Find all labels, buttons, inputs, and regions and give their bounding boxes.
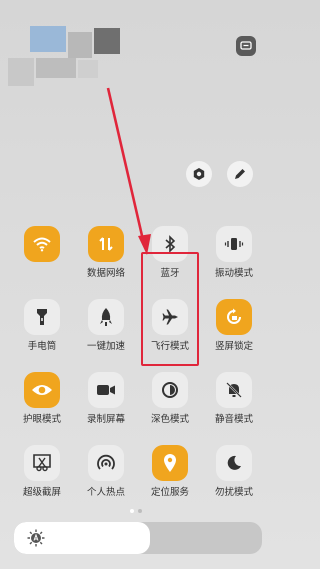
- notification-icon[interactable]: [236, 36, 256, 56]
- bell-off-icon: [216, 372, 252, 408]
- tile-flashlight[interactable]: 手电筒: [10, 299, 74, 353]
- tile-label: 数据网络: [86, 268, 125, 279]
- gear-icon: [193, 168, 205, 180]
- airplane-mode-highlight-box: [141, 252, 199, 366]
- tile-label: 手电筒: [27, 341, 57, 352]
- settings-button[interactable]: [186, 161, 212, 187]
- tile-super-screenshot[interactable]: 超级截屏: [10, 445, 74, 499]
- mobile-data-icon: [88, 226, 124, 262]
- tile-silent-mode[interactable]: 静音模式: [202, 372, 266, 426]
- moon-icon: [216, 445, 252, 481]
- tile-label: 竖屏锁定: [214, 341, 253, 352]
- vibrate-icon: [216, 226, 252, 262]
- hotspot-icon: [88, 445, 124, 481]
- tile-mobile-data[interactable]: 数据网络: [74, 226, 138, 280]
- tile-do-not-disturb[interactable]: 勿扰模式: [202, 445, 266, 499]
- tile-label: 定位服务: [150, 487, 189, 498]
- tile-label: 护眼模式: [22, 414, 61, 425]
- page-indicator: [130, 509, 142, 513]
- rocket-icon: [88, 299, 124, 335]
- rotation-lock-icon: [216, 299, 252, 335]
- tile-screen-record[interactable]: 录制屏幕: [74, 372, 138, 426]
- page-dot: [138, 509, 142, 513]
- edit-button[interactable]: [227, 161, 253, 187]
- tile-vibrate[interactable]: 振动模式: [202, 226, 266, 280]
- tile-hotspot[interactable]: 个人热点: [74, 445, 138, 499]
- wifi-icon: [24, 226, 60, 262]
- dark-mode-icon: [152, 372, 188, 408]
- tile-location[interactable]: 定位服务: [138, 445, 202, 499]
- tile-label: 勿扰模式: [214, 487, 253, 498]
- tile-label: 录制屏幕: [86, 414, 125, 425]
- brightness-slider[interactable]: [14, 522, 262, 554]
- tile-boost[interactable]: 一键加速: [74, 299, 138, 353]
- tile-rotation-lock[interactable]: 竖屏锁定: [202, 299, 266, 353]
- tile-label: 振动模式: [214, 268, 253, 279]
- page-dot: [130, 509, 134, 513]
- tile-label: 个人热点: [86, 487, 125, 498]
- blurred-status-area: [8, 22, 128, 88]
- flashlight-icon: [24, 299, 60, 335]
- location-icon: [152, 445, 188, 481]
- tile-label: 静音模式: [214, 414, 253, 425]
- tile-label: 一键加速: [86, 341, 125, 352]
- pencil-icon: [235, 169, 245, 179]
- tile-dark-mode[interactable]: 深色模式: [138, 372, 202, 426]
- screenshot-icon: [24, 445, 60, 481]
- brightness-auto-icon: [27, 529, 45, 547]
- tile-label: 深色模式: [150, 414, 189, 425]
- tile-eye-protection[interactable]: 护眼模式: [10, 372, 74, 426]
- eye-icon: [24, 372, 60, 408]
- video-camera-icon: [88, 372, 124, 408]
- tile-wifi[interactable]: [10, 226, 74, 268]
- tile-label: 超级截屏: [22, 487, 61, 498]
